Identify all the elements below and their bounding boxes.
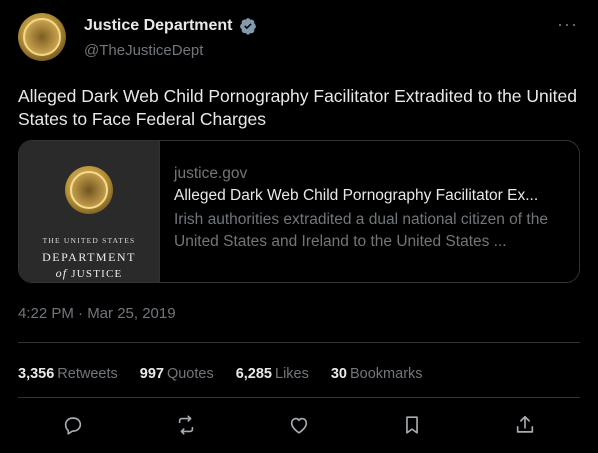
card-title: Alleged Dark Web Child Pornography Facil… [174, 187, 539, 204]
retweets-stat[interactable]: 3,356 Retweets [18, 366, 118, 382]
quotes-stat[interactable]: 997 Quotes [140, 366, 214, 382]
avatar[interactable] [18, 13, 66, 61]
card-logo-line2-wrap: of JUSTICE [56, 266, 123, 281]
reply-icon[interactable] [62, 414, 84, 436]
quotes-count: 997 [139, 366, 164, 382]
author-name-row: Justice Department [84, 17, 257, 35]
card-logo-small: THE UNITED STATES [42, 236, 136, 245]
card-thumbnail: THE UNITED STATES DEPARTMENT of JUSTICE [19, 141, 160, 282]
action-bar [18, 414, 580, 436]
link-card[interactable]: THE UNITED STATES DEPARTMENT of JUSTICE … [18, 140, 580, 283]
likes-stat[interactable]: 6,285 Likes [236, 366, 309, 382]
card-logo-of: of [55, 266, 68, 280]
tweet-text: Alleged Dark Web Child Pornography Facil… [18, 86, 577, 129]
card-body: justice.gov Alleged Dark Web Child Porno… [160, 141, 579, 282]
more-options-icon[interactable]: ··· [557, 14, 578, 35]
author-handle[interactable]: @TheJusticeDept [84, 42, 203, 59]
quotes-label: Quotes [166, 366, 214, 382]
likes-count: 6,285 [235, 366, 272, 382]
bookmarks-label: Bookmarks [350, 366, 423, 382]
card-description: Irish authorities extradited a dual nati… [174, 211, 548, 250]
tweet-timestamp[interactable]: 4:22 PM · Mar 25, 2019 [18, 305, 176, 322]
likes-label: Likes [275, 366, 309, 382]
retweets-count: 3,356 [18, 366, 55, 382]
like-icon[interactable] [288, 414, 310, 436]
retweets-label: Retweets [57, 366, 118, 382]
bookmarks-count: 30 [330, 366, 347, 382]
bookmark-icon[interactable] [401, 414, 423, 436]
share-icon[interactable] [514, 414, 536, 436]
bookmarks-stat[interactable]: 30 Bookmarks [331, 366, 423, 382]
divider [18, 397, 580, 398]
verified-badge-icon [239, 18, 256, 35]
card-logo-line2: JUSTICE [71, 268, 123, 280]
card-logo-line1: DEPARTMENT [42, 250, 136, 264]
seal-icon [23, 18, 61, 56]
retweet-icon[interactable] [175, 414, 197, 436]
author-name[interactable]: Justice Department [84, 17, 233, 35]
divider [18, 342, 580, 343]
engagement-stats: 3,356 Retweets 997 Quotes 6,285 Likes 30 Boo… [18, 366, 423, 382]
doj-seal-icon [65, 166, 113, 214]
card-domain: justice.gov [174, 165, 248, 182]
